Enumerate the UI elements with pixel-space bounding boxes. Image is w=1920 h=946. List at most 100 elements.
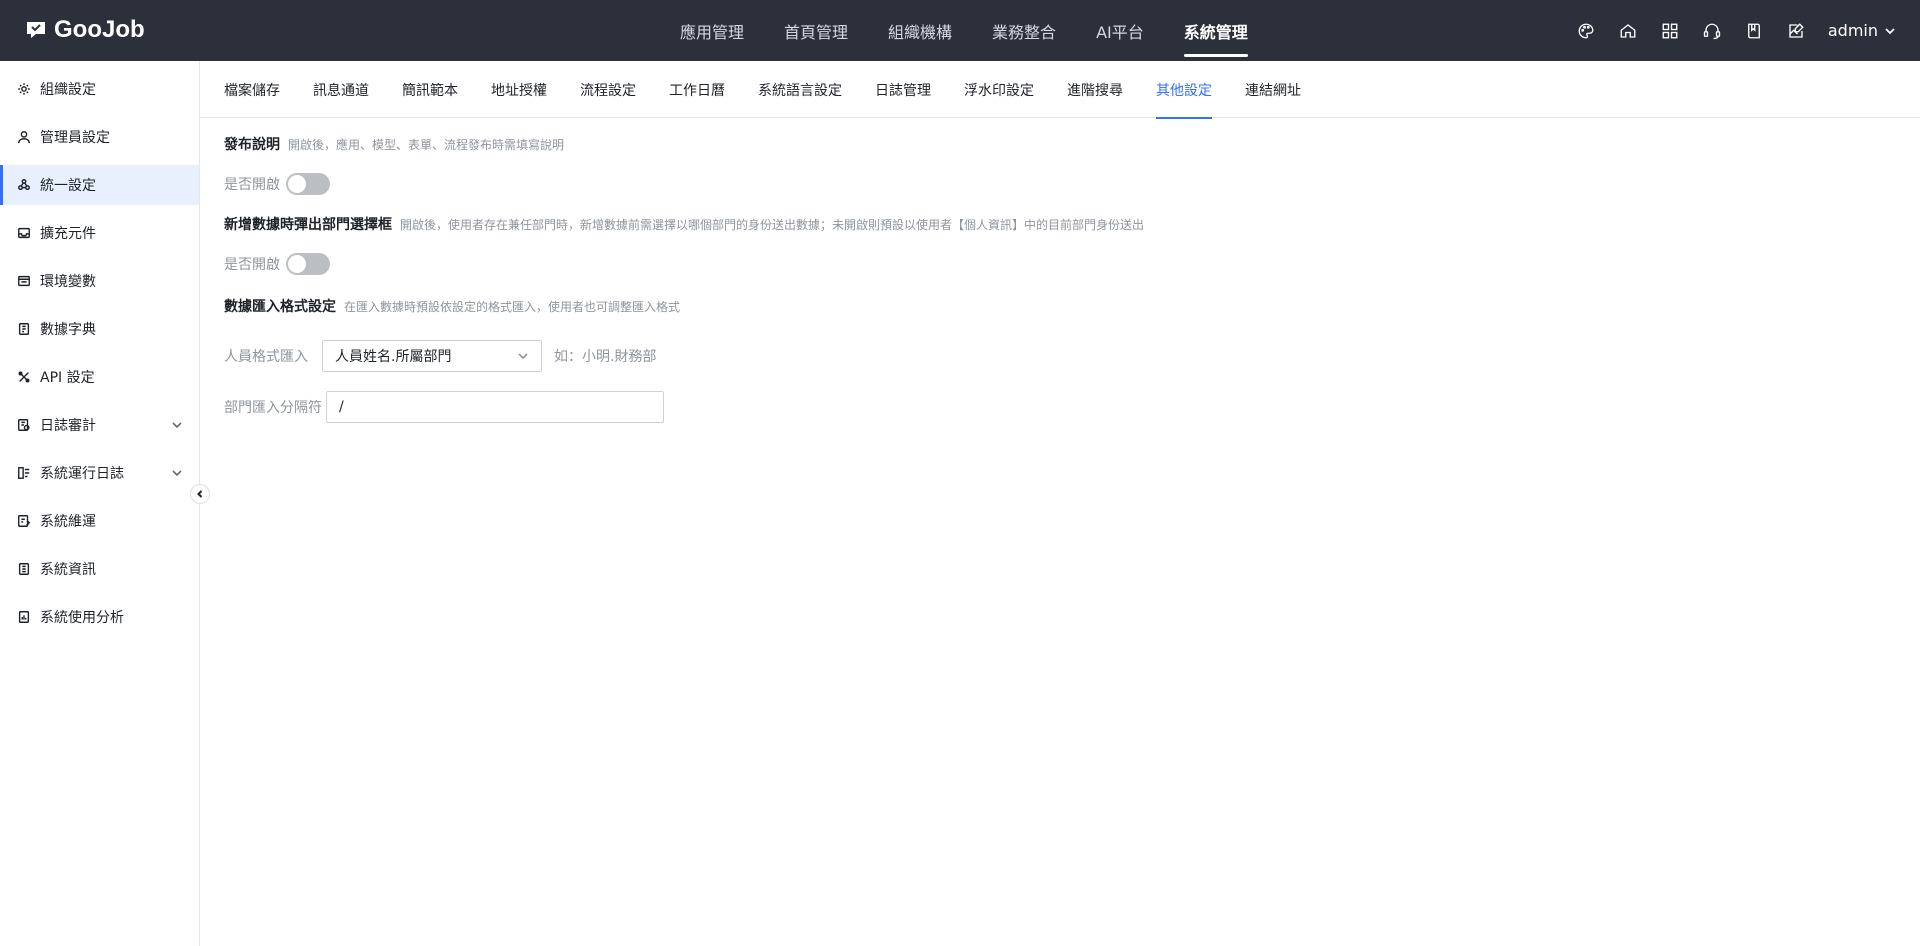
settings-tab[interactable]: 訊息通道 xyxy=(313,61,369,118)
user-icon xyxy=(16,129,32,145)
person-format-value: 人員姓名.所屬部門 xyxy=(335,349,452,365)
sidebar-item-label: 日誌審計 xyxy=(40,418,96,434)
person-format-hint: 如：小明.財務部 xyxy=(554,349,657,365)
dept-separator-input[interactable] xyxy=(326,391,664,423)
sidebar-item[interactable]: 管理員設定 xyxy=(0,117,199,157)
chevron-down-icon xyxy=(1885,27,1895,34)
settings-tab[interactable]: 簡訊範本 xyxy=(402,61,458,118)
top-right-actions: admin xyxy=(1576,0,1896,61)
dept-separator-row: 部門匯入分隔符 xyxy=(224,391,1904,423)
sidebar-item-label: API 設定 xyxy=(40,370,95,386)
api-icon xyxy=(16,369,32,385)
dept-popup-toggle-row: 是否開啟 xyxy=(224,248,1904,280)
sidebar-item-label: 系統使用分析 xyxy=(40,610,124,626)
sidebar-item[interactable]: 日誌審計 xyxy=(0,405,199,445)
top-nav-item[interactable]: 組織機構 xyxy=(868,0,972,61)
publish-toggle[interactable] xyxy=(286,173,330,195)
book-icon[interactable] xyxy=(1744,21,1764,41)
dept-popup-toggle-label: 是否開啟 xyxy=(224,257,280,273)
sidebar-item[interactable]: 系統使用分析 xyxy=(0,597,199,637)
dept-popup-title: 新增數據時彈出部門選擇框 xyxy=(224,217,392,233)
top-nav: 應用管理 首頁管理 組織機構 業務整合 AI平台 系統管理 xyxy=(660,0,1268,61)
settings-tab[interactable]: 流程設定 xyxy=(580,61,636,118)
chevron-down-icon xyxy=(518,353,528,360)
settings-tab[interactable]: 連結網址 xyxy=(1245,61,1301,118)
chevron-down-icon xyxy=(171,419,183,431)
app-logo[interactable]: GooJob xyxy=(24,16,145,44)
settings-tab[interactable]: 工作日曆 xyxy=(669,61,725,118)
settings-tab[interactable]: 日誌管理 xyxy=(875,61,931,118)
settings-tab[interactable]: 地址授權 xyxy=(491,61,547,118)
top-nav-item[interactable]: 業務整合 xyxy=(972,0,1076,61)
chevron-down-icon xyxy=(171,467,183,479)
top-nav-item[interactable]: AI平台 xyxy=(1076,0,1164,61)
dictionary-icon xyxy=(16,321,32,337)
inbox-icon xyxy=(16,225,32,241)
sidebar-item-label: 統一設定 xyxy=(40,178,96,194)
sidebar-item[interactable]: 擴充元件 xyxy=(0,213,199,253)
sidebar-item-label: 系統運行日誌 xyxy=(40,466,124,482)
sidebar-item[interactable]: API 設定 xyxy=(0,357,199,397)
sidebar-item-label: 組織設定 xyxy=(40,82,96,98)
settings-content: 發布說明 開啟後，應用、模型、表單、流程發布時需填寫說明 是否開啟 新增數據時彈… xyxy=(224,118,1904,423)
user-name: admin xyxy=(1827,21,1878,40)
sidebar-item[interactable]: 系統運行日誌 xyxy=(0,453,199,493)
settings-tab[interactable]: 浮水印設定 xyxy=(964,61,1034,118)
sidebar-item-label: 系統資訊 xyxy=(40,562,96,578)
publish-toggle-row: 是否開啟 xyxy=(224,168,1904,200)
sidebar: 組織設定管理員設定統一設定擴充元件環境變數數據字典 API 設定 日誌審計系統運行日… xyxy=(0,61,200,946)
sidebar-item[interactable]: 系統維運 xyxy=(0,501,199,541)
logo-mark-icon xyxy=(27,22,45,38)
person-format-row: 人員格式匯入 人員姓名.所屬部門 如：小明.財務部 xyxy=(224,340,1904,372)
chevron-left-icon xyxy=(197,490,203,498)
dept-popup-desc: 開啟後，使用者存在兼任部門時，新增數據前需選擇以哪個部門的身份送出數據；未開啟則… xyxy=(400,217,1145,232)
top-nav-item[interactable]: 應用管理 xyxy=(660,0,764,61)
sidebar-item[interactable]: 環境變數 xyxy=(0,261,199,301)
publish-desc: 開啟後，應用、模型、表單、流程發布時需填寫說明 xyxy=(288,137,565,152)
top-nav-item[interactable]: 首頁管理 xyxy=(764,0,868,61)
sidebar-item[interactable]: 系統資訊 xyxy=(0,549,199,589)
sidebar-item-label: 系統維運 xyxy=(40,514,96,530)
publish-section-header: 發布說明 開啟後，應用、模型、表單、流程發布時需填寫說明 xyxy=(224,118,1904,170)
maintenance-icon xyxy=(16,513,32,529)
dept-popup-section-header: 新增數據時彈出部門選擇框 開啟後，使用者存在兼任部門時，新增數據前需選擇以哪個部… xyxy=(224,198,1904,250)
sidebar-item-label: 環境變數 xyxy=(40,274,96,290)
image-edit-icon[interactable] xyxy=(1786,21,1806,41)
sidebar-item[interactable]: 數據字典 xyxy=(0,309,199,349)
terminal-icon xyxy=(16,273,32,289)
dept-popup-toggle[interactable] xyxy=(286,253,330,275)
top-bar: GooJob 應用管理 首頁管理 組織機構 業務整合 AI平台 系統管理 admin xyxy=(0,0,1920,61)
top-nav-item[interactable]: 系統管理 xyxy=(1164,0,1268,61)
sidebar-item-label: 數據字典 xyxy=(40,322,96,338)
settings-tabs: 檔案儲存 訊息通道 簡訊範本 地址授權 流程設定 工作日曆 系統語言設定 日誌管理 浮水印設定進… xyxy=(200,61,1920,119)
apps-grid-icon[interactable] xyxy=(1660,21,1680,41)
sidebar-item[interactable]: 組織設定 xyxy=(0,69,199,109)
log-icon xyxy=(16,465,32,481)
gear-icon xyxy=(16,81,32,97)
settings-tab[interactable]: 其他設定 xyxy=(1156,61,1212,119)
import-format-section-header: 數據匯入格式設定 在匯入數據時預設依設定的格式匯入，使用者也可調整匯入格式 xyxy=(224,280,1904,332)
person-format-label: 人員格式匯入 xyxy=(224,349,308,365)
audit-icon xyxy=(16,417,32,433)
dept-separator-label: 部門匯入分隔符 xyxy=(224,400,322,416)
analysis-icon xyxy=(16,609,32,625)
import-format-title: 數據匯入格式設定 xyxy=(224,299,336,315)
publish-toggle-label: 是否開啟 xyxy=(224,177,280,193)
user-menu[interactable]: admin xyxy=(1828,21,1896,40)
settings-tab[interactable]: 進階搜尋 xyxy=(1067,61,1123,118)
logo-text: GooJob xyxy=(54,16,145,43)
import-format-desc: 在匯入數據時預設依設定的格式匯入，使用者也可調整匯入格式 xyxy=(344,299,681,314)
sidebar-item-label: 擴充元件 xyxy=(40,226,96,242)
person-format-select[interactable]: 人員姓名.所屬部門 xyxy=(322,340,542,372)
sidebar-item-label: 管理員設定 xyxy=(40,130,110,146)
settings-tab[interactable]: 系統語言設定 xyxy=(758,61,842,118)
sidebar-collapse-button[interactable] xyxy=(190,484,210,504)
settings-tab[interactable]: 檔案儲存 xyxy=(224,61,280,118)
settings-cluster-icon xyxy=(16,177,32,193)
home-icon[interactable] xyxy=(1618,21,1638,41)
palette-icon[interactable] xyxy=(1576,21,1596,41)
support-icon[interactable] xyxy=(1702,21,1722,41)
publish-title: 發布說明 xyxy=(224,137,280,153)
info-doc-icon xyxy=(16,561,32,577)
sidebar-item[interactable]: 統一設定 xyxy=(0,165,199,205)
